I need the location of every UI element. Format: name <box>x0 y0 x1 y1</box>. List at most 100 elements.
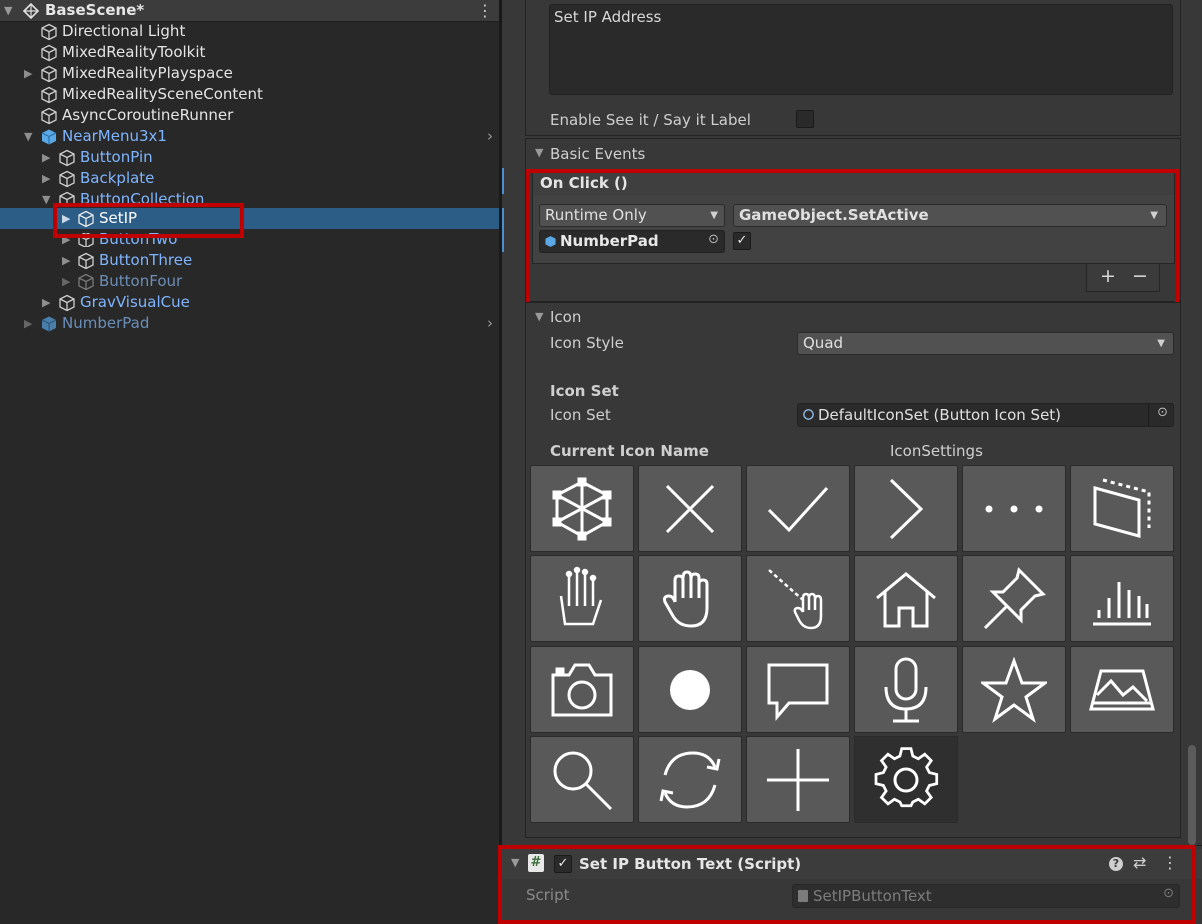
gameobject-icon <box>59 294 75 312</box>
hierarchy-item-label: NearMenu3x1 <box>62 127 167 145</box>
hierarchy-item-mrtk[interactable]: MixedRealityToolkit <box>0 42 499 63</box>
gameobject-icon <box>41 65 57 83</box>
expand-triangle-icon[interactable]: ▼ <box>535 146 543 159</box>
scriptable-object-icon <box>803 409 814 420</box>
hierarchy-item-label: GravVisualCue <box>80 293 190 311</box>
scrollbar-thumb[interactable] <box>1188 745 1196 845</box>
icon-tile-chevron[interactable] <box>854 465 958 552</box>
icon-tile-star[interactable] <box>962 646 1066 733</box>
collapse-triangle-icon[interactable]: ▶ <box>42 292 50 313</box>
hierarchy-item-buttonfour[interactable]: ▶ ButtonFour <box>0 271 499 292</box>
chevron-right-icon[interactable]: › <box>487 313 493 334</box>
icon-tile-check[interactable] <box>746 465 850 552</box>
icon-tile-plus[interactable] <box>746 736 850 823</box>
plus-icon <box>767 749 829 811</box>
icon-tile-home[interactable] <box>854 555 958 642</box>
home-icon <box>876 572 936 628</box>
scene-name: BaseScene* <box>45 1 145 19</box>
more-icon <box>985 505 1043 513</box>
main-label-textarea[interactable]: Set IP Address <box>549 4 1173 95</box>
microphone-icon <box>884 657 928 723</box>
gameobject-icon <box>59 170 75 188</box>
search-icon <box>553 751 613 811</box>
icon-tile-dot[interactable] <box>638 646 742 733</box>
collapse-triangle-icon[interactable]: ▶ <box>42 147 50 168</box>
close-icon <box>665 484 715 534</box>
hierarchy-item-playspace[interactable]: ▶ MixedRealityPlayspace <box>0 63 499 84</box>
expand-triangle-icon[interactable]: ▼ <box>4 0 12 21</box>
highlight-box <box>498 845 1196 924</box>
icon-set-field[interactable]: DefaultIconSet (Button Icon Set) ⊙ <box>797 403 1174 427</box>
chevron-right-icon[interactable]: › <box>487 126 493 147</box>
icon-tile-cube[interactable] <box>530 465 634 552</box>
hierarchy-item-backplate[interactable]: ▶ Backplate <box>0 168 499 189</box>
icon-tile-hand-ray[interactable] <box>530 555 634 642</box>
gear-icon <box>874 747 939 808</box>
gameobject-icon <box>78 273 94 291</box>
prefab-icon <box>41 129 57 145</box>
map-icon <box>1089 669 1155 711</box>
hierarchy-item-nearmenu[interactable]: ▼ NearMenu3x1 › <box>0 126 499 147</box>
hierarchy-item-label: AsyncCoroutineRunner <box>62 106 234 124</box>
bar-chart-icon <box>1093 582 1151 626</box>
hierarchy-item-directional-light[interactable]: Directional Light <box>0 21 499 42</box>
gameobject-icon <box>41 44 57 62</box>
hand-pointer-icon <box>768 569 823 630</box>
dot-icon <box>670 670 710 710</box>
hierarchy-item-buttonpin[interactable]: ▶ ButtonPin <box>0 147 499 168</box>
collapse-triangle-icon[interactable]: ▶ <box>24 63 32 84</box>
icon-set-section-label: Icon Set <box>550 382 619 400</box>
hierarchy-item-coroutine-runner[interactable]: AsyncCoroutineRunner <box>0 105 499 126</box>
star-icon <box>981 657 1047 723</box>
hierarchy-item-gravvisualcue[interactable]: ▶ GravVisualCue <box>0 292 499 313</box>
icon-tile-refresh[interactable] <box>638 736 742 823</box>
hierarchy-item-label: NumberPad <box>62 314 150 332</box>
icon-tile-map[interactable] <box>1070 646 1174 733</box>
icon-tile-speech[interactable] <box>746 646 850 733</box>
hierarchy-item-numberpad[interactable]: ▶ NumberPad › <box>0 313 499 334</box>
scene-header[interactable]: ▼ BaseScene* ⋮ <box>0 0 499 22</box>
see-it-say-it-checkbox[interactable] <box>796 110 814 128</box>
icon-tile-microphone[interactable] <box>854 646 958 733</box>
icon-style-dropdown[interactable]: Quad ▼ <box>797 332 1174 355</box>
gameobject-icon <box>41 23 57 41</box>
icon-tile-hand[interactable] <box>638 555 742 642</box>
cube-icon <box>552 477 612 541</box>
gameobject-icon <box>41 107 57 125</box>
icon-set-value: DefaultIconSet (Button Icon Set) <box>818 406 1062 424</box>
icon-header: Icon <box>550 308 582 326</box>
collapse-triangle-icon[interactable]: ▶ <box>24 313 32 334</box>
hand-icon <box>663 570 709 628</box>
collapse-triangle-icon[interactable]: ▶ <box>62 271 70 292</box>
hierarchy-item-label: ButtonFour <box>99 272 183 290</box>
hierarchy-item-scene-content[interactable]: MixedRealitySceneContent <box>0 84 499 105</box>
expand-triangle-icon[interactable]: ▼ <box>535 310 543 323</box>
hierarchy-panel: ▼ BaseScene* ⋮ Directional Light MixedRe… <box>0 0 499 924</box>
icon-tile-close[interactable] <box>638 465 742 552</box>
icon-tile-search[interactable] <box>530 736 634 823</box>
icon-tile-hand-pointer[interactable] <box>746 555 850 642</box>
hierarchy-item-label: MixedRealityToolkit <box>62 43 206 61</box>
expand-triangle-icon[interactable]: ▼ <box>42 189 50 207</box>
collapse-triangle-icon[interactable]: ▶ <box>62 250 70 271</box>
panel-icon <box>1093 478 1151 538</box>
icon-tile-panel[interactable] <box>1070 465 1174 552</box>
unity-logo-icon <box>22 2 40 20</box>
refresh-icon <box>659 751 721 809</box>
icon-tile-bar-chart[interactable] <box>1070 555 1174 642</box>
icon-set-label: Icon Set <box>550 406 611 424</box>
hierarchy-item-label: MixedRealityPlayspace <box>62 64 233 82</box>
icon-tile-more[interactable] <box>962 465 1066 552</box>
speech-bubble-icon <box>767 663 829 722</box>
icon-tile-camera[interactable] <box>530 646 634 733</box>
camera-icon <box>551 663 613 717</box>
expand-triangle-icon[interactable]: ▼ <box>24 126 32 147</box>
object-picker-icon[interactable]: ⊙ <box>1157 405 1168 420</box>
hierarchy-item-buttonthree[interactable]: ▶ ButtonThree <box>0 250 499 271</box>
basic-events-header: Basic Events <box>550 145 646 163</box>
icon-tile-gear[interactable] <box>854 736 958 823</box>
icon-tile-pin[interactable] <box>962 555 1066 642</box>
collapse-triangle-icon[interactable]: ▶ <box>42 168 50 189</box>
icon-settings-label: IconSettings <box>890 442 983 460</box>
kebab-menu-icon[interactable]: ⋮ <box>477 0 493 21</box>
